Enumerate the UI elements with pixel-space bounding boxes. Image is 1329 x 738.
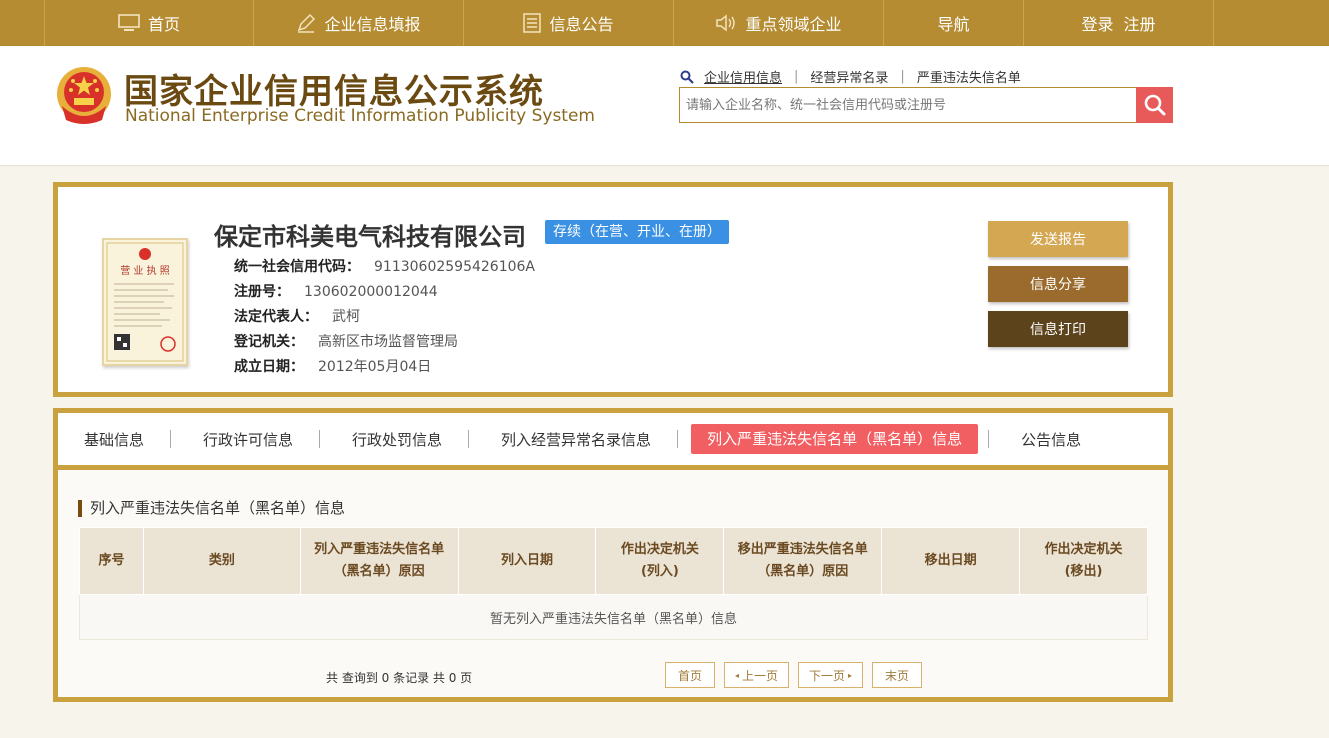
top-nav: 首页 企业信息填报 信息公告 重点领域企业 导航 登录 注册 [0, 0, 1329, 46]
search-quicklinks: 企业信用信息 | 经营异常名录 | 严重违法失信名单 [680, 67, 1021, 86]
col-category: 类别 [142, 527, 301, 595]
national-emblem-icon [57, 67, 111, 124]
search-input[interactable] [680, 88, 1130, 122]
blacklist-table: 序号 类别 列入严重违法失信名单（黑名单）原因 列入日期 作出决定机关(列入) … [79, 527, 1148, 640]
tab-license-info[interactable]: 行政许可信息 [203, 429, 293, 450]
section-title: 列入严重违法失信名单（黑名单）信息 [78, 500, 345, 517]
tab-divider [319, 430, 321, 448]
pager-summary: 共 查询到 0 条记录 共 0 页 [326, 671, 473, 685]
nav-login[interactable]: 登录 [1081, 11, 1113, 35]
col-add-authority: 作出决定机关(列入) [595, 527, 725, 595]
quicklink-credit-info[interactable]: 企业信用信息 [704, 67, 782, 86]
info-credit-code: 统一社会信用代码： 91130602595426106A [234, 256, 535, 276]
monitor-icon [118, 14, 140, 31]
pager-last-label: 末页 [884, 668, 909, 683]
nav-notice[interactable]: 信息公告 [464, 0, 674, 46]
tab-blacklist-info[interactable]: 列入严重违法失信名单（黑名单）信息 [691, 424, 979, 454]
nav-home[interactable]: 首页 [44, 0, 254, 46]
info-label: 注册号： [234, 284, 290, 300]
status-badge: 存续（在营、开业、在册） [545, 220, 729, 244]
info-authority: 登记机关： 高新区市场监督管理局 [234, 331, 458, 351]
nav-home-label: 首页 [147, 15, 180, 34]
magnifier-icon [1144, 94, 1165, 116]
license-title: 营 业 执 照 [120, 264, 170, 277]
license-icon: 营 业 执 照 [106, 242, 184, 362]
company-name: 保定市科美电气科技有限公司 [214, 223, 526, 251]
pager-next-button[interactable]: 下一页 ▸ [798, 662, 863, 688]
quicklink-divider: | [900, 69, 905, 84]
info-legal-rep: 法定代表人： 武柯 [234, 306, 360, 326]
tab-basic-info[interactable]: 基础信息 [84, 429, 144, 450]
share-info-button[interactable]: 信息分享 [988, 266, 1128, 302]
send-report-button[interactable]: 发送报告 [988, 221, 1128, 257]
col-remove-date: 移出日期 [881, 527, 1021, 595]
info-label: 统一社会信用代码： [234, 259, 360, 275]
tab-announcement-info[interactable]: 公告信息 [1021, 429, 1081, 450]
tab-bar: 基础信息 行政许可信息 行政处罚信息 列入经营异常名录信息 列入严重违法失信名单… [58, 413, 1168, 470]
col-add-reason: 列入严重违法失信名单（黑名单）原因 [299, 527, 459, 595]
pager-first-label: 首页 [677, 668, 702, 683]
info-label: 登记机关： [234, 334, 304, 350]
nav-register[interactable]: 注册 [1124, 11, 1156, 35]
pager-prev-button[interactable]: ◂ 上一页 [724, 662, 789, 688]
print-info-button[interactable]: 信息打印 [988, 311, 1128, 347]
nav-report-label: 企业信息填报 [324, 15, 421, 34]
tab-divider [468, 430, 470, 448]
info-value: 高新区市场监督管理局 [318, 334, 458, 350]
speaker-icon [716, 14, 736, 32]
tab-abnormal-info[interactable]: 列入经营异常名录信息 [501, 429, 651, 450]
empty-message: 暂无列入严重违法失信名单（黑名单）信息 [79, 594, 1148, 640]
info-label: 法定代表人： [234, 309, 318, 325]
nav-key[interactable]: 重点领域企业 [674, 0, 884, 46]
site-header: 国家企业信用信息公示系统 National Enterprise Credit … [0, 46, 1329, 166]
business-license-image[interactable]: 营 业 执 照 [102, 238, 188, 366]
pager-prev-label: 上一页 [742, 668, 779, 683]
document-icon [523, 13, 542, 33]
details-panel: 基础信息 行政许可信息 行政处罚信息 列入经营异常名录信息 列入严重违法失信名单… [53, 408, 1173, 702]
chevron-left-icon: ◂ [734, 670, 739, 680]
pager-next-label: 下一页 [808, 668, 845, 683]
tab-penalty-info[interactable]: 行政处罚信息 [352, 429, 442, 450]
info-value: 武柯 [332, 309, 360, 325]
pager-last-button[interactable]: 末页 [872, 662, 922, 688]
col-add-date: 列入日期 [457, 527, 597, 595]
quicklink-abnormal-list[interactable]: 经营异常名录 [810, 67, 888, 86]
col-index: 序号 [79, 527, 144, 595]
col-remove-reason: 移出严重违法失信名单（黑名单）原因 [723, 527, 883, 595]
col-remove-authority: 作出决定机关(移出) [1019, 527, 1148, 595]
info-reg-number: 注册号： 130602000012044 [234, 281, 438, 301]
nav-report[interactable]: 企业信息填报 [254, 0, 464, 46]
info-value: 130602000012044 [304, 284, 438, 300]
table-header-row: 序号 类别 列入严重违法失信名单（黑名单）原因 列入日期 作出决定机关(列入) … [79, 527, 1148, 595]
info-value: 2012年05月04日 [318, 359, 432, 375]
pen-icon [298, 13, 316, 33]
site-subtitle: National Enterprise Credit Information P… [125, 106, 595, 126]
nav-key-label: 重点领域企业 [745, 15, 842, 34]
info-founded: 成立日期： 2012年05月04日 [234, 356, 431, 376]
pager-first-button[interactable]: 首页 [665, 662, 715, 688]
info-value: 91130602595426106A [374, 259, 535, 275]
company-card: 营 业 执 照 保定市科美电气科技有限公司 存续（在营、开业、在册） 统一社会信… [53, 182, 1173, 397]
nav-guide-label: 导航 [937, 15, 970, 34]
tab-divider [170, 430, 172, 448]
quicklink-divider: | [794, 69, 799, 84]
nav-notice-label: 信息公告 [549, 15, 614, 34]
quicklink-blacklist[interactable]: 严重违法失信名单 [917, 67, 1021, 86]
search-button[interactable] [1136, 87, 1173, 123]
info-label: 成立日期： [234, 359, 304, 375]
nav-guide[interactable]: 导航 [884, 0, 1024, 46]
tab-divider [988, 430, 990, 448]
chevron-right-icon: ▸ [848, 670, 853, 680]
tab-divider [677, 430, 679, 448]
nav-account: 登录 注册 [1024, 0, 1214, 46]
search-icon [680, 70, 694, 84]
search-box [679, 87, 1173, 123]
table-row: 暂无列入严重违法失信名单（黑名单）信息 [79, 594, 1148, 640]
